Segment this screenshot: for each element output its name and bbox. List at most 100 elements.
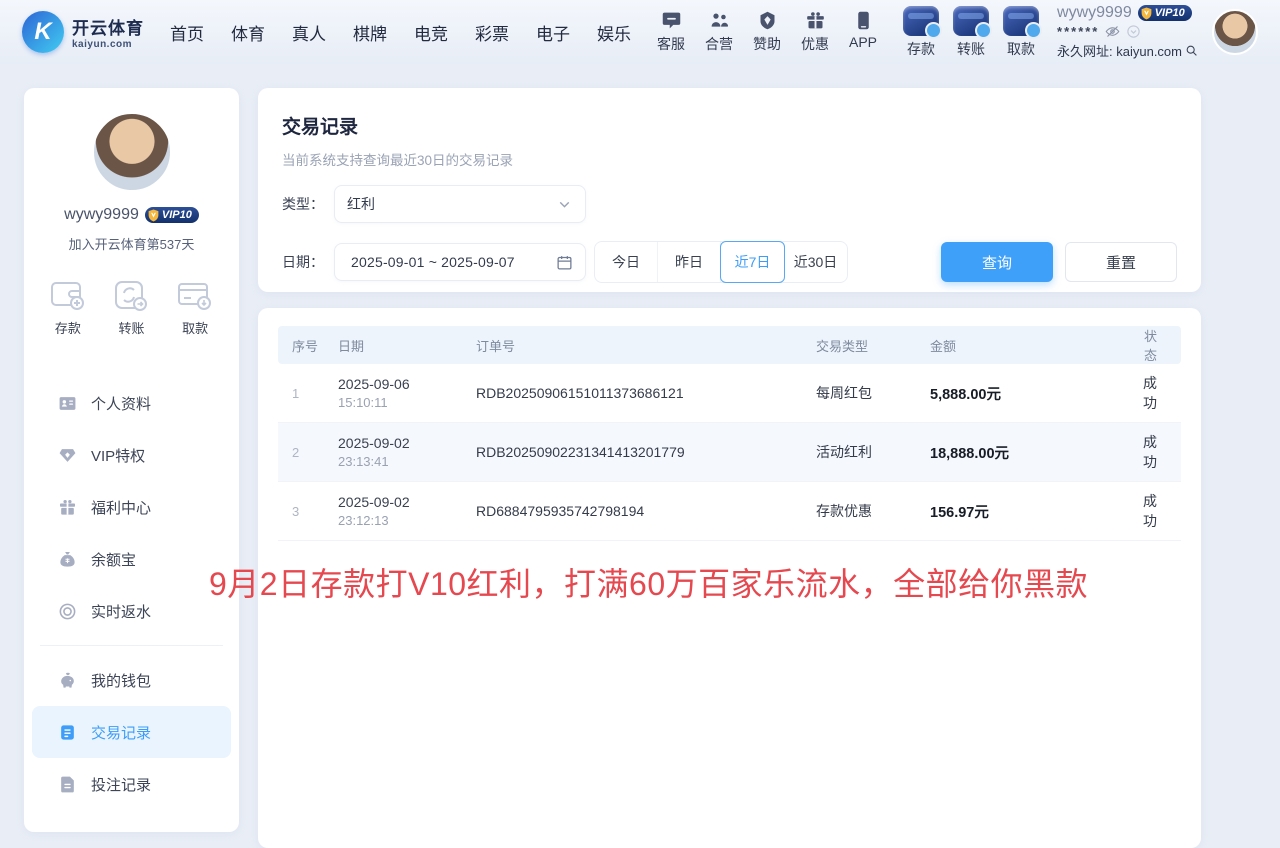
withdraw-tile-label: 取款 [1007,39,1035,59]
row-order-no: RD6884795935742798194 [476,503,816,519]
sidebar-item-label: 个人资料 [91,393,151,414]
sponsor-link[interactable]: 赞助 [753,10,781,54]
partners-link[interactable]: 合营 [705,10,733,54]
sidebar-item-label: 交易记录 [91,722,151,743]
chat-icon [661,10,682,31]
col-header-type: 交易类型 [816,336,930,355]
row-time: 15:10:11 [338,395,476,410]
sidebar-withdraw-action[interactable]: 取款 [175,277,215,337]
range-7days-button[interactable]: 近7日 [720,241,785,283]
range-yesterday-button[interactable]: 昨日 [658,242,721,282]
row-date: 2025-09-02 [338,435,476,451]
sidebar-transfer-label: 转账 [118,318,144,337]
date-range-presets: 今日 昨日 近7日 近30日 [594,241,848,283]
nav-item-home[interactable]: 首页 [170,20,204,45]
row-date: 2025-09-06 [338,376,476,392]
brand-logo[interactable]: K 开云体育 kaiyun.com [22,11,144,53]
top-navbar: K 开云体育 kaiyun.com 首页 体育 真人 棋牌 电竞 彩票 电子 娱… [0,0,1280,64]
row-date: 2025-09-02 [338,494,476,510]
row-amount: 18,888.00元 [930,442,1135,463]
user-avatar[interactable] [1212,9,1258,55]
sidebar-item-welfare[interactable]: 福利中心 [32,481,231,533]
sidebar-item-profile[interactable]: 个人资料 [32,377,231,429]
sidebar-transfer-action[interactable]: 转账 [111,277,151,337]
range-30days-button[interactable]: 近30日 [784,242,847,282]
promo-label: 优惠 [801,34,829,54]
profile-avatar[interactable] [92,112,172,192]
service-label: 客服 [657,34,685,54]
transfer-icon [953,6,989,36]
wallet-outline-icon [48,277,88,313]
money-bag-icon [58,550,77,569]
sidebar-withdraw-label: 取款 [182,318,208,337]
reset-button[interactable]: 重置 [1065,242,1177,282]
row-order-no: RDB20250906151011373686121 [476,385,816,401]
calendar-icon [556,254,573,271]
sidebar-item-label: 余额宝 [91,549,136,570]
sidebar-item-wallet[interactable]: 我的钱包 [32,654,231,706]
username: wywy9999 [1057,4,1132,22]
app-link[interactable]: APP [849,10,877,54]
type-select[interactable]: 红利 [334,185,586,223]
target-icon [58,602,77,621]
promo-link[interactable]: 优惠 [801,10,829,54]
col-header-no: 序号 [278,336,338,355]
date-range-input[interactable]: 2025-09-01 ~ 2025-09-07 [334,243,586,281]
gift-icon [58,498,77,517]
transfer-tile-label: 转账 [957,39,985,59]
service-link[interactable]: 客服 [657,10,685,54]
nav-item-slots[interactable]: 电子 [536,20,570,45]
card-outline-icon [175,277,215,313]
transfer-outline-icon [111,277,151,313]
sidebar-item-label: 我的钱包 [91,670,151,691]
table-row[interactable]: 3 2025-09-02 23:12:13 RD6884795935742798… [278,482,1181,541]
nav-item-live[interactable]: 真人 [292,20,326,45]
profile-username: wywy9999 [64,206,139,224]
diamond-icon [58,446,77,465]
type-label: 类型： [282,194,334,214]
row-order-no: RDB20250902231341413201779 [476,444,816,460]
sidebar-item-transactions[interactable]: 交易记录 [32,706,231,758]
app-label: APP [849,34,877,50]
table-row[interactable]: 1 2025-09-06 15:10:11 RDB202509061510113… [278,364,1181,423]
transfer-tile[interactable]: 转账 [953,6,989,59]
sidebar-item-rebate[interactable]: 实时返水 [32,585,231,637]
sponsor-icon [757,10,778,31]
phone-icon [853,10,874,31]
nav-item-chess[interactable]: 棋牌 [353,20,387,45]
sidebar-item-yuebao[interactable]: 余额宝 [32,533,231,585]
table-row[interactable]: 2 2025-09-02 23:13:41 RDB202509022313414… [278,423,1181,482]
sidebar-item-bets[interactable]: 投注记录 [32,758,231,810]
records-table-panel: 序号 日期 订单号 交易类型 金额 状态 1 2025-09-06 15:10:… [258,308,1201,848]
withdraw-tile[interactable]: 取款 [1003,6,1039,59]
query-button[interactable]: 查询 [941,242,1053,282]
id-card-icon [58,394,77,413]
vip-shield-icon [1140,7,1153,20]
search-icon[interactable] [1185,44,1198,57]
main-nav: 首页 体育 真人 棋牌 电竞 彩票 电子 娱乐 [170,20,631,45]
sidebar-deposit-action[interactable]: 存款 [48,277,88,337]
vip-badge-label: VIP10 [1155,7,1185,19]
nav-item-entertainment[interactable]: 娱乐 [597,20,631,45]
table-header-row: 序号 日期 订单号 交易类型 金额 状态 [278,326,1181,364]
balance-mask: ****** [1057,27,1099,37]
nav-item-esports[interactable]: 电竞 [414,20,448,45]
eye-off-icon[interactable] [1105,24,1120,39]
partners-label: 合营 [705,34,733,54]
sidebar-item-vip[interactable]: VIP特权 [32,429,231,481]
row-status: 成功 [1135,373,1181,413]
profile-vip-label: VIP10 [162,209,192,221]
type-select-value: 红利 [347,194,556,214]
sidebar-item-label: 投注记录 [91,774,151,795]
deposit-tile-label: 存款 [907,39,935,59]
sidebar-item-label: VIP特权 [91,445,145,466]
chevron-circle-icon[interactable] [1126,24,1141,39]
range-today-button[interactable]: 今日 [595,242,658,282]
row-status: 成功 [1135,491,1181,531]
row-type: 存款优惠 [816,501,930,521]
partners-icon [709,10,730,31]
joined-days-text: 加入开云体育第537天 [69,234,195,253]
nav-item-sports[interactable]: 体育 [231,20,265,45]
deposit-tile[interactable]: 存款 [903,6,939,59]
nav-item-lottery[interactable]: 彩票 [475,20,509,45]
